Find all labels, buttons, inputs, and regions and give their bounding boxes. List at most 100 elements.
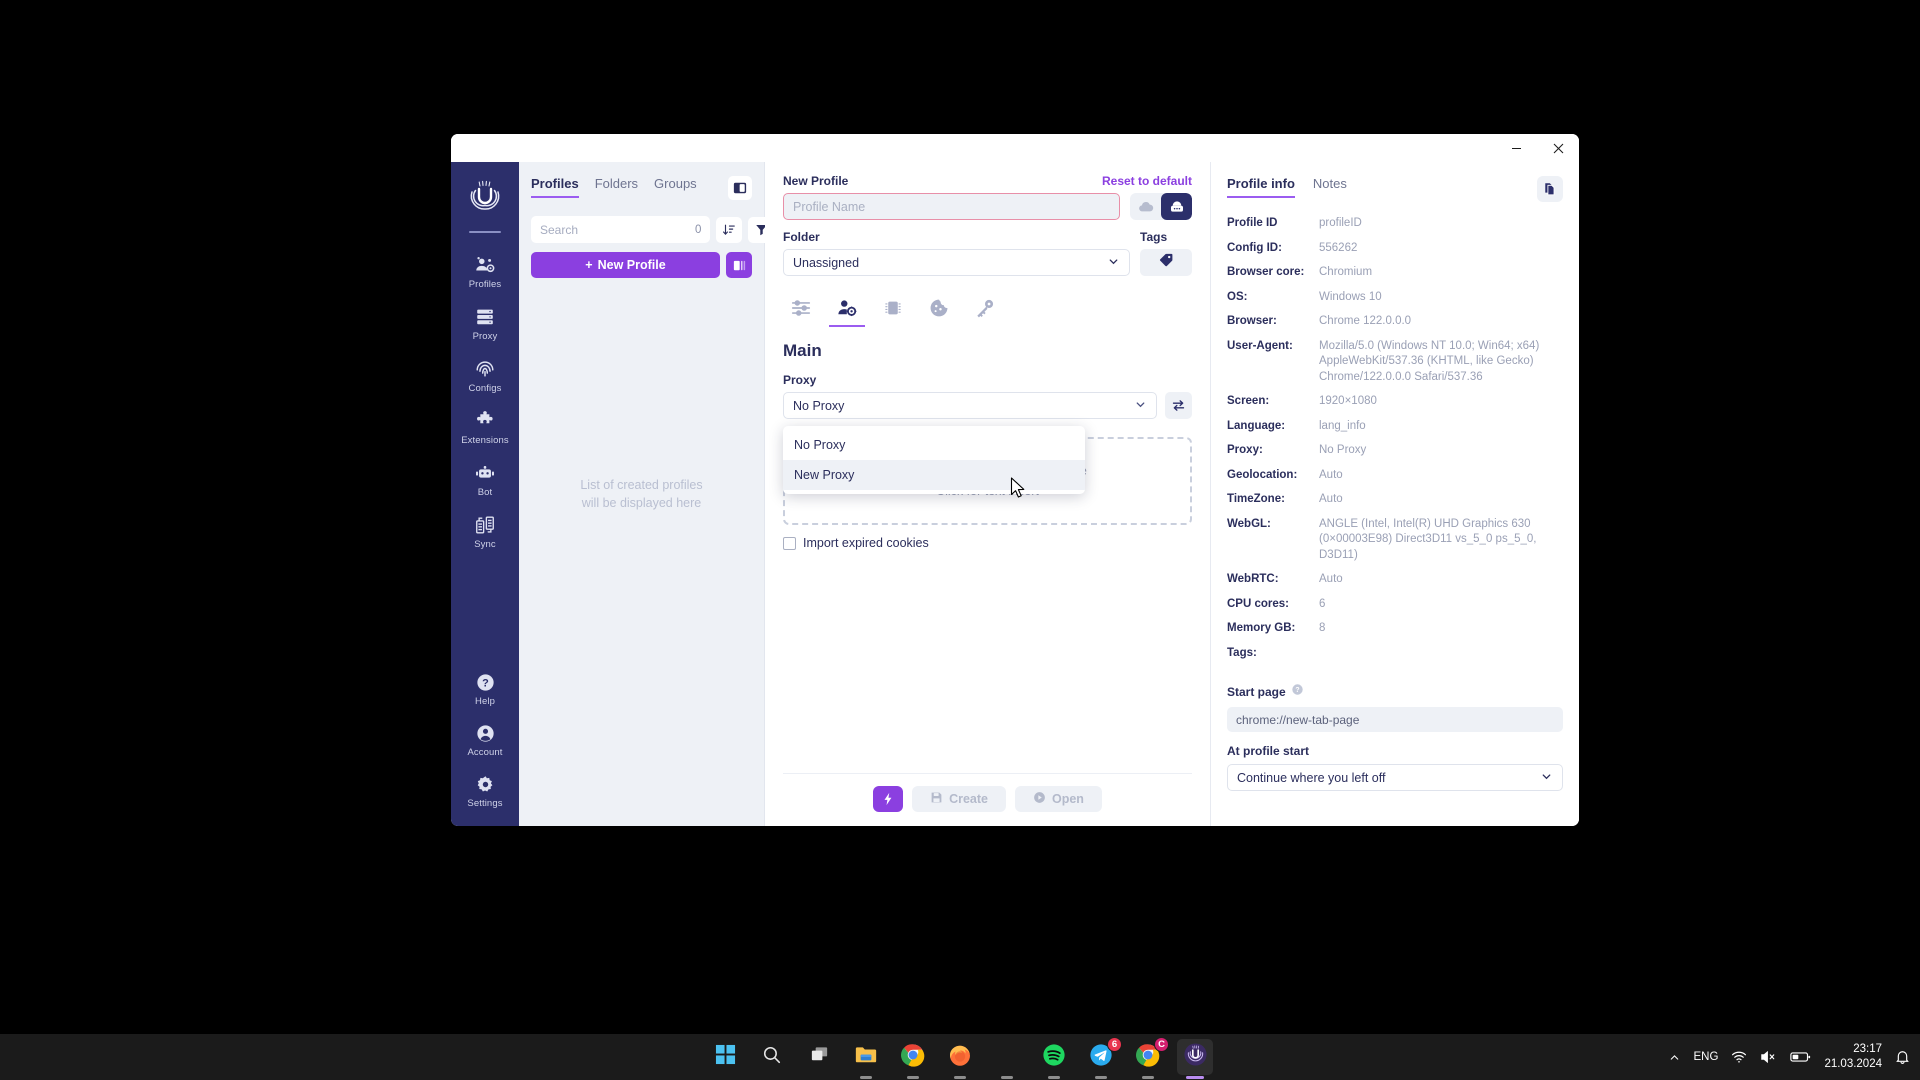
proxy-option-new-proxy[interactable]: New Proxy [783,460,1085,490]
battery-icon[interactable] [1790,1050,1811,1064]
open-button[interactable]: Open [1014,786,1102,812]
sync-icon [474,514,496,536]
tab-security[interactable] [967,292,1003,327]
form-header-row: New Profile Reset to default [783,174,1192,188]
tray-language-indicator[interactable]: ENG [1694,1051,1719,1063]
chrome-secondary-button[interactable]: C [1130,1037,1169,1075]
sidebar-item-help[interactable]: ? Help [451,663,519,714]
info-key: Tags: [1227,646,1257,659]
play-icon [1033,791,1046,807]
info-value: Chrome 122.0.0.0 [1319,315,1412,328]
tab-hardware[interactable] [875,292,911,327]
proxy-option-no-proxy[interactable]: No Proxy [783,430,1085,460]
chrome-button[interactable] [895,1039,931,1075]
tab-folders[interactable]: Folders [595,176,638,198]
info-key: Config ID: [1227,241,1282,254]
sidebar-bottom-group: ? Help Account Settings [451,663,519,826]
tray-time: 23:17 [1853,1043,1882,1056]
panel-layout-icon[interactable] [728,176,752,200]
form-action-bar: Create Open [783,773,1192,826]
sidebar-item-extensions[interactable]: Extensions [451,401,519,453]
tag-icon [1158,252,1174,273]
start-button[interactable] [707,1039,743,1075]
sidebar-item-sync[interactable]: Sync [451,505,519,557]
taskbar-items: 6 C [707,1034,1213,1080]
info-row: CPU cores: 6 [1227,597,1563,613]
profile-manager-button[interactable] [1177,1039,1213,1075]
empty-message-line1: List of created profiles [580,477,703,492]
tab-main[interactable] [829,292,865,327]
telegram-badge: 6 [1107,1037,1122,1052]
sidebar-nav: Profiles Proxy Configs Extensions Bot Sy… [451,162,519,826]
info-row: Proxy: No Proxy [1227,443,1563,459]
info-key: OS: [1227,290,1248,303]
wifi-icon[interactable] [1731,1049,1747,1065]
search-box[interactable]: 0 [531,216,711,243]
tab-notes[interactable]: Notes [1313,176,1347,198]
volume-muted-icon[interactable] [1760,1049,1777,1065]
info-row: User-Agent: Mozilla/5.0 (Windows NT 10.0;… [1227,339,1563,386]
telegram-button[interactable]: 6 [1083,1037,1122,1075]
copy-icon[interactable] [1537,176,1563,202]
search-input[interactable] [540,222,695,237]
search-button[interactable] [754,1039,790,1075]
sidebar-item-account[interactable]: Account [451,714,519,765]
proxy-select[interactable]: No Proxy [783,392,1157,419]
empty-message-line2: will be displayed here [581,496,702,510]
sidebar-item-configs[interactable]: Configs [451,349,519,401]
local-storage-icon[interactable] [1161,193,1192,220]
profile-name-input[interactable] [783,193,1120,220]
file-explorer-button[interactable] [848,1039,884,1075]
unknown-app-button[interactable] [989,1039,1025,1075]
tab-profile-info[interactable]: Profile info [1227,176,1295,198]
sidebar-item-settings[interactable]: Settings [451,765,519,816]
info-value: 1920×1080 [1319,395,1377,408]
tray-chevron-up-icon[interactable] [1668,1051,1681,1064]
sidebar-item-bot[interactable]: Bot [451,453,519,505]
reset-to-default-link[interactable]: Reset to default [1102,174,1192,188]
minimize-button[interactable] [1495,134,1537,162]
svg-text:?: ? [482,677,489,689]
import-expired-cookies-label[interactable]: Import expired cookies [803,536,929,550]
bell-icon[interactable] [1895,1049,1910,1065]
swap-arrows-icon[interactable] [1165,392,1192,419]
info-key: Geolocation: [1227,468,1298,481]
import-expired-cookies-checkbox[interactable] [783,536,796,550]
start-page-value[interactable]: chrome://new-tab-page [1227,707,1563,733]
sidebar-item-label: Proxy [472,331,498,342]
proxy-dropdown-menu[interactable]: No Proxy New Proxy [783,426,1085,494]
at-profile-start-select[interactable]: Continue where you left off [1227,764,1563,792]
firefox-button[interactable] [942,1039,978,1075]
sidebar-item-profiles[interactable]: Profiles [451,245,519,297]
help-circle-icon[interactable]: ? [1291,683,1304,701]
tags-label: Tags [1140,230,1168,244]
chrome-secondary-badge: C [1154,1037,1169,1052]
cloud-icon[interactable] [1130,193,1161,220]
puzzle-icon [474,410,496,432]
info-key: WebGL: [1227,517,1271,530]
tab-groups[interactable]: Groups [654,176,697,198]
spotify-button[interactable] [1036,1039,1072,1075]
tab-profiles[interactable]: Profiles [531,176,579,198]
info-row: Geolocation: Auto [1227,468,1563,484]
folder-select[interactable]: Unassigned [783,249,1130,276]
lightning-bolt-icon[interactable] [873,786,904,812]
split-view-icon[interactable] [726,252,752,278]
tab-general[interactable] [783,292,819,327]
profiles-icon [474,254,496,276]
create-button[interactable]: Create [912,786,1006,812]
proxy-row: Proxy No Proxy [783,373,1192,419]
tab-cookies[interactable] [921,292,957,327]
folder-icon [854,1043,878,1072]
info-key: Proxy: [1227,444,1263,457]
section-tab-bar [783,292,1192,327]
sort-descending-icon[interactable] [716,216,743,243]
task-view-button[interactable] [801,1039,837,1075]
tray-clock[interactable]: 23:17 21.03.2024 [1824,1042,1882,1072]
new-profile-button[interactable]: + New Profile [531,252,720,278]
tags-button[interactable] [1140,249,1192,276]
sidebar-item-proxy[interactable]: Proxy [451,297,519,349]
close-button[interactable] [1537,134,1579,162]
info-value: ANGLE (Intel, Intel(R) UHD Graphics 630 … [1319,517,1537,561]
info-row: Language: lang_info [1227,419,1563,435]
